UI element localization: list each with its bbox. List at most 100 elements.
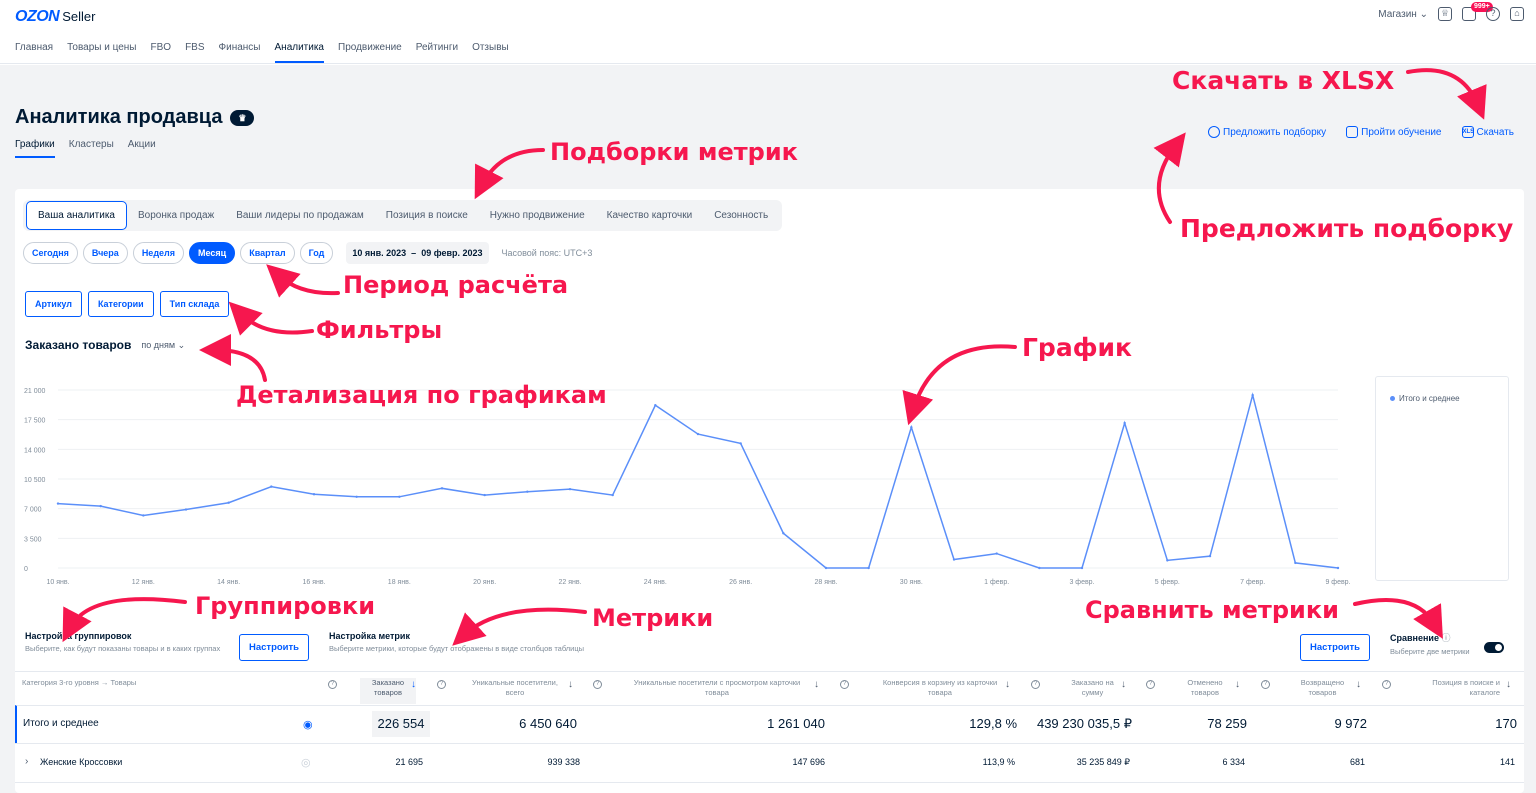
x-tick-label: 14 янв. xyxy=(217,579,240,586)
compare-toggle[interactable] xyxy=(1484,642,1504,653)
help-icon[interactable]: ? xyxy=(1146,680,1155,689)
annotation-compare: Сравнить метрики xyxy=(1085,596,1339,624)
nav-item[interactable]: Главная xyxy=(15,42,53,63)
nav-item[interactable]: Рейтинги xyxy=(416,42,458,63)
metric-tab[interactable]: Позиция в поиске xyxy=(375,202,479,229)
sort-arrow-icon[interactable]: ↓ xyxy=(1506,679,1511,690)
metric-tab[interactable]: Сезонность xyxy=(703,202,779,229)
period-yesterday[interactable]: Вчера xyxy=(82,242,128,264)
table-row[interactable]: › Женские Кроссовки ◎ 21 695 939 338 147… xyxy=(15,743,1524,783)
cell-card-visitors: 147 696 xyxy=(792,757,825,767)
y-tick-label: 21 000 xyxy=(24,388,46,395)
sort-arrow-icon[interactable]: ↓ xyxy=(1005,679,1010,690)
crown-icon[interactable]: ♕ xyxy=(1438,7,1452,21)
nav-item-analytics[interactable]: Аналитика xyxy=(274,42,324,63)
filter-categories-button[interactable]: Категории xyxy=(87,291,154,317)
header-card-visitors[interactable]: Уникальные посетители с просмотром карто… xyxy=(627,678,807,698)
store-selector[interactable]: Магазин ⌄ xyxy=(1378,9,1428,20)
cell-position: 170 xyxy=(1495,716,1517,731)
help-icon[interactable]: ? xyxy=(593,680,602,689)
tab-promotions[interactable]: Акции xyxy=(128,139,156,158)
annotation-suggest: Предложить подборку xyxy=(1180,214,1514,243)
education-icon[interactable]: ⌂ xyxy=(1510,7,1524,21)
help-icon[interactable]: ? xyxy=(328,680,337,689)
filter-warehouse-button[interactable]: Тип склада xyxy=(159,291,230,317)
store-label: Магазин xyxy=(1378,8,1417,20)
logo-sub: Seller xyxy=(62,9,96,24)
grouping-configure-button[interactable]: Настроить xyxy=(239,634,310,661)
sort-arrow-icon[interactable]: ↓ xyxy=(411,679,416,690)
cell-visitors: 939 338 xyxy=(547,757,580,767)
table-row-total[interactable]: Итого и среднее ◉ 226 554 6 450 640 1 26… xyxy=(15,705,1524,743)
nav-item[interactable]: Финансы xyxy=(219,42,261,63)
filters: Артикул Категории Тип склада xyxy=(25,291,230,317)
detail-dropdown[interactable]: по дням ⌄ xyxy=(141,340,185,351)
help-icon[interactable]: ⓘ xyxy=(1441,633,1450,643)
header-visitors[interactable]: Уникальные посетители, всего xyxy=(465,678,565,698)
sort-arrow-icon[interactable]: ↓ xyxy=(1121,679,1126,690)
metric-tab[interactable]: Воронка продаж xyxy=(127,202,225,229)
help-icon[interactable]: ? xyxy=(1382,680,1391,689)
compare-title: Сравнение xyxy=(1390,633,1439,643)
nav-item[interactable]: Продвижение xyxy=(338,42,402,63)
period-quarter[interactable]: Квартал xyxy=(240,242,295,264)
period-selector: Сегодня Вчера Неделя Месяц Квартал Год 1… xyxy=(23,242,592,264)
metrics-configure-button[interactable]: Настроить xyxy=(1300,634,1371,661)
sort-arrow-icon[interactable]: ↓ xyxy=(814,679,819,690)
header-position[interactable]: Позиция в поиске и каталоге xyxy=(1415,678,1500,698)
expand-chevron-icon[interactable]: › xyxy=(25,756,28,767)
detail-value: по дням xyxy=(141,339,176,350)
nav-item[interactable]: FBO xyxy=(151,42,172,63)
logo-text: OZON xyxy=(15,8,60,25)
help-icon[interactable]: ? xyxy=(1261,680,1270,689)
data-point xyxy=(312,493,316,496)
graph-header: Заказано товаров по дням ⌄ xyxy=(25,338,185,352)
date-range-input[interactable]: 10 янв. 2023 – 09 февр. 2023 xyxy=(346,242,489,264)
header-sum[interactable]: Заказано на сумму xyxy=(1065,678,1120,698)
download-link[interactable]: XLS Скачать xyxy=(1461,126,1514,138)
eye-off-icon[interactable]: ◎ xyxy=(301,756,311,769)
eye-icon[interactable]: ◉ xyxy=(303,718,313,731)
period-week[interactable]: Неделя xyxy=(132,242,185,264)
data-point xyxy=(227,501,230,504)
help-icon[interactable]: ? xyxy=(840,680,849,689)
period-month[interactable]: Месяц xyxy=(189,242,236,264)
annotation-detail: Детализация по графикам xyxy=(236,381,607,409)
tab-clusters[interactable]: Кластеры xyxy=(69,139,114,158)
header-returned[interactable]: Возвращено товаров xyxy=(1295,678,1350,698)
nav-item[interactable]: FBS xyxy=(185,42,204,63)
nav-item[interactable]: Отзывы xyxy=(472,42,509,63)
help-icon[interactable]: ? xyxy=(1486,7,1500,21)
chat-icon[interactable]: 999+ xyxy=(1462,2,1493,21)
header-cancelled[interactable]: Отменено товаров xyxy=(1180,678,1230,698)
sort-arrow-icon[interactable]: ↓ xyxy=(568,679,573,690)
sort-arrow-icon[interactable]: ↓ xyxy=(1356,679,1361,690)
y-tick-label: 7 000 xyxy=(24,507,42,514)
help-icon[interactable]: ? xyxy=(437,680,446,689)
period-today[interactable]: Сегодня xyxy=(23,242,78,264)
suggest-selection-link[interactable]: Предложить подборку xyxy=(1208,126,1326,138)
learn-link[interactable]: Пройти обучение xyxy=(1346,126,1442,138)
x-tick-label: 12 янв. xyxy=(132,579,155,586)
header-ordered[interactable]: Заказано товаров xyxy=(360,678,416,704)
help-icon[interactable]: ? xyxy=(1031,680,1040,689)
data-point xyxy=(1251,393,1254,397)
nav-item[interactable]: Товары и цены xyxy=(67,42,136,63)
metric-tab[interactable]: Качество карточки xyxy=(596,202,704,229)
filter-article-button[interactable]: Артикул xyxy=(25,291,82,317)
metric-tab[interactable]: Ваши лидеры по продажам xyxy=(225,202,375,229)
ozon-logo[interactable]: OZON Seller xyxy=(15,8,95,26)
sort-arrow-icon[interactable]: ↓ xyxy=(1235,679,1240,690)
metric-tab[interactable]: Нужно продвижение xyxy=(479,202,596,229)
period-year[interactable]: Год xyxy=(299,242,334,264)
date-separator: – xyxy=(411,248,417,258)
date-from: 10 янв. 2023 xyxy=(352,248,407,258)
xls-icon: XLS xyxy=(1461,126,1474,138)
grouping-settings: Настройка группировок Выберите, как будут… xyxy=(25,631,220,653)
page-actions: Предложить подборку Пройти обучение XLS С… xyxy=(1208,126,1514,138)
data-point xyxy=(398,495,401,498)
header-conversion[interactable]: Конверсия в корзину из карточки товара xyxy=(875,678,1005,698)
metric-tab[interactable]: Ваша аналитика xyxy=(26,201,127,230)
cell-sum: 439 230 035,5 ₽ xyxy=(1036,716,1132,731)
tab-graphs[interactable]: Графики xyxy=(15,139,55,158)
